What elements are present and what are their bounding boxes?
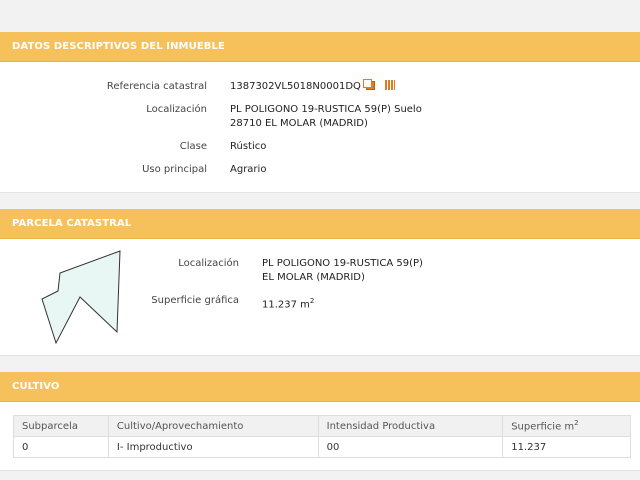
referencia-label: Referencia catastral (106, 81, 207, 92)
col-superficie-exponent: 2 (574, 419, 579, 428)
parcela-localizacion-line1: PL POLIGONO 19-RUSTICA 59(P) (262, 258, 423, 269)
referencia-value: 1387302VL5018N0001DQ (230, 81, 361, 92)
table-row: 0 I- Improductivo 00 11.237 (13, 436, 631, 458)
uso-principal-value: Agrario (230, 164, 267, 175)
parcela-localizacion-line2: EL MOLAR (MADRID) (262, 272, 365, 283)
superficie-unit-exponent: 2 (309, 297, 315, 305)
col-subparcela: Subparcela (13, 415, 109, 437)
parcela-localizacion-label: Localización (178, 258, 239, 269)
cultivo-panel: CULTIVO Subparcela Cultivo/Aprovechamien… (0, 372, 640, 471)
parcela-catastral-header: PARCELA CATASTRAL (0, 209, 640, 239)
col-cultivo: Cultivo/Aprovechamiento (107, 415, 319, 437)
localizacion-line1: PL POLIGONO 19-RUSTICA 59(P) Suelo (230, 104, 422, 115)
cultivo-header: CULTIVO (0, 372, 640, 402)
localizacion-line2: 28710 EL MOLAR (MADRID) (230, 118, 368, 129)
parcela-catastral-panel: PARCELA CATASTRAL Localización PL POLIGO… (0, 209, 640, 356)
superficie-grafica-label: Superficie gráfica (151, 295, 239, 306)
cultivo-table-header: Subparcela Cultivo/Aprovechamiento Inten… (13, 415, 631, 437)
col-superficie: Superficie m2 (502, 415, 631, 437)
datos-descriptivos-header: DATOS DESCRIPTIVOS DEL INMUEBLE (0, 32, 640, 62)
datos-descriptivos-panel: DATOS DESCRIPTIVOS DEL INMUEBLE Referenc… (0, 32, 640, 193)
clase-label: Clase (179, 141, 207, 152)
col-superficie-label: Superficie m (511, 421, 575, 433)
clase-value: Rústico (230, 141, 267, 152)
localizacion-label: Localización (146, 104, 207, 115)
superficie-grafica-value-row: 11.237 m2 (262, 294, 314, 312)
cell-subparcela: 0 (13, 436, 109, 458)
superficie-grafica-value: 11.237 m (262, 299, 310, 311)
cell-intensidad: 00 (317, 436, 504, 458)
col-intensidad: Intensidad Productiva (317, 415, 504, 437)
referencia-value-row: 1387302VL5018N0001DQ (230, 79, 395, 94)
copy-icon[interactable] (362, 79, 375, 90)
cultivo-table: Subparcela Cultivo/Aprovechamiento Inten… (13, 415, 631, 458)
cell-cultivo: I- Improductivo (107, 436, 319, 458)
barcode-icon[interactable] (384, 80, 395, 90)
cell-superficie: 11.237 (502, 436, 631, 458)
uso-principal-label: Uso principal (142, 164, 207, 175)
